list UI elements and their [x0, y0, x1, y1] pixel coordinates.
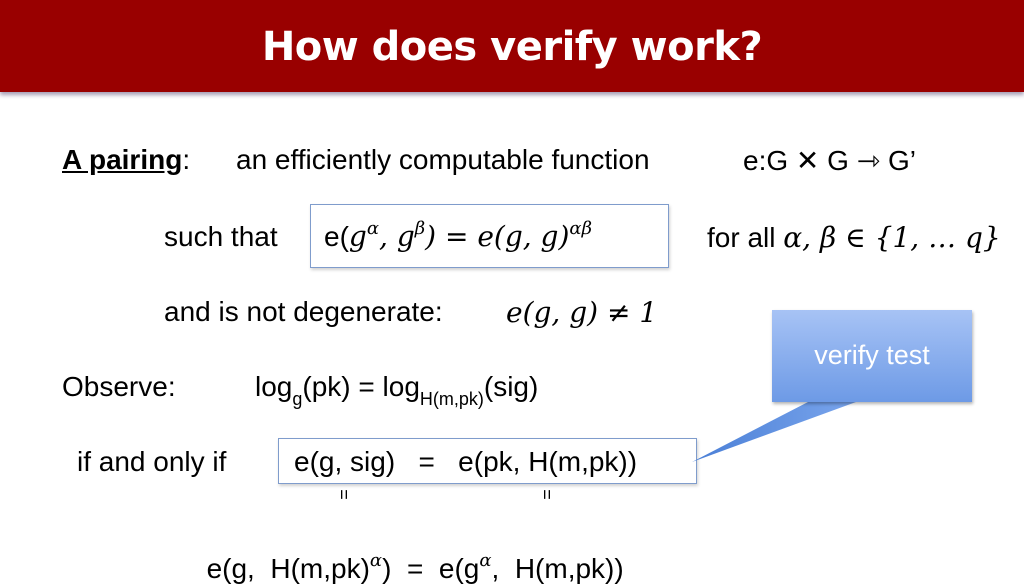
callout-label: verify test: [814, 340, 930, 370]
callout-tail: [692, 402, 856, 462]
verify-test-callout: verify test: [772, 310, 972, 402]
callout-pointer: [692, 402, 856, 462]
